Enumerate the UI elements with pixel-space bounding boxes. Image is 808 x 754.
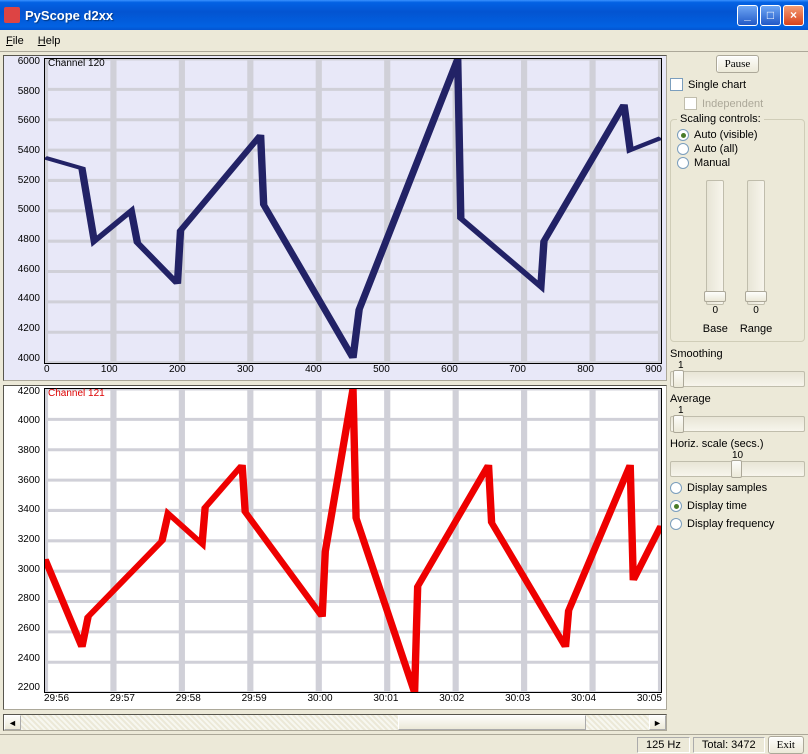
base-slider[interactable] [706, 180, 724, 305]
radio-auto-all[interactable]: Auto (all) [677, 142, 798, 156]
window-titlebar: PyScope d2xx _ □ × [0, 0, 808, 30]
chart-title-120: Channel 120 [48, 58, 105, 69]
menu-bar: File Help [0, 30, 808, 52]
app-icon [4, 7, 20, 23]
scroll-track[interactable] [21, 715, 649, 730]
radio-display-frequency[interactable]: Display frequency [670, 517, 805, 531]
status-bar: 125 Hz Total: 3472 Exit [0, 734, 808, 754]
independent-label: Independent [702, 98, 763, 110]
horizontal-scrollbar[interactable]: ◄ ► [3, 714, 667, 731]
xaxis-120: 0100200300400500600700800900 [44, 364, 662, 380]
chart-channel-121: Channel 121 4200400038003600340032003000… [3, 385, 667, 711]
menu-help[interactable]: Help [38, 35, 61, 47]
horiz-scale-slider[interactable] [670, 461, 805, 477]
yaxis-121: 4200400038003600340032003000280026002400… [4, 386, 44, 694]
minimize-button[interactable]: _ [737, 5, 758, 26]
status-total: Total: 3472 [693, 737, 765, 753]
scroll-right-button[interactable]: ► [649, 715, 666, 730]
radio-display-samples[interactable]: Display samples [670, 481, 805, 495]
xaxis-121: 29:5629:5729:5829:5930:0030:0130:0230:03… [44, 693, 662, 709]
maximize-button[interactable]: □ [760, 5, 781, 26]
radio-display-time[interactable]: Display time [670, 499, 805, 513]
smoothing-slider[interactable] [670, 371, 805, 387]
scaling-title: Scaling controls: [677, 113, 764, 125]
slider-thumb[interactable] [745, 291, 767, 302]
slider-thumb[interactable] [673, 415, 684, 433]
independent-checkbox: Independent [670, 96, 805, 111]
window-title: PyScope d2xx [25, 8, 737, 23]
smoothing-label: Smoothing [670, 348, 805, 360]
range-slider[interactable] [747, 180, 765, 305]
yaxis-120: 6000580056005400520050004800460044004200… [4, 56, 44, 364]
chart-channel-120: Channel 120 6000580056005400520050004800… [3, 55, 667, 381]
radio-icon [677, 143, 689, 155]
scroll-left-button[interactable]: ◄ [4, 715, 21, 730]
menu-file[interactable]: File [6, 35, 24, 47]
checkbox-icon [670, 78, 683, 91]
slider-thumb[interactable] [673, 370, 684, 388]
radio-icon [670, 500, 682, 512]
side-panel: Pause Single chart Independent Scaling c… [670, 55, 805, 731]
base-label: Base [703, 323, 728, 335]
average-label: Average [670, 393, 805, 405]
radio-icon [677, 129, 689, 141]
scaling-group: Scaling controls: Auto (visible) Auto (a… [670, 119, 805, 342]
single-chart-checkbox[interactable]: Single chart [670, 77, 805, 92]
single-chart-label: Single chart [688, 79, 746, 91]
horiz-scale-label: Horiz. scale (secs.) [670, 438, 805, 450]
status-hz: 125 Hz [637, 737, 690, 753]
radio-auto-visible[interactable]: Auto (visible) [677, 128, 798, 142]
radio-icon [670, 482, 682, 494]
chart-title-121: Channel 121 [48, 388, 105, 399]
average-slider-group: Average 1 [670, 393, 805, 432]
average-slider[interactable] [670, 416, 805, 432]
close-button[interactable]: × [783, 5, 804, 26]
horiz-scale-slider-group: Horiz. scale (secs.) 10 [670, 438, 805, 477]
slider-thumb[interactable] [731, 460, 742, 478]
radio-icon [677, 157, 689, 169]
checkbox-icon [684, 97, 697, 110]
scroll-thumb[interactable] [398, 715, 586, 730]
radio-manual[interactable]: Manual [677, 156, 798, 170]
smoothing-slider-group: Smoothing 1 [670, 348, 805, 387]
range-label: Range [740, 323, 772, 335]
slider-thumb[interactable] [704, 291, 726, 302]
exit-button[interactable]: Exit [768, 736, 804, 754]
pause-button[interactable]: Pause [716, 55, 760, 73]
radio-icon [670, 518, 682, 530]
